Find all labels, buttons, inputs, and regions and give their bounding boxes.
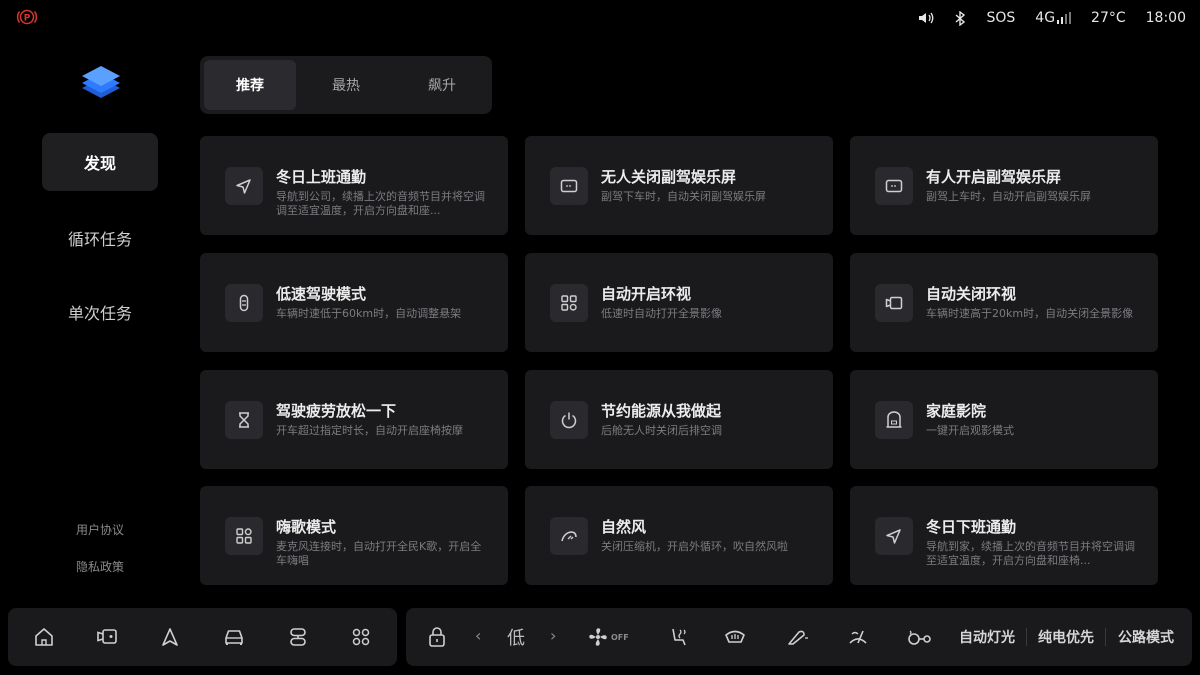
scene-card-auto-surround-view-on[interactable]: 自动开启环视 低速时自动打开全景影像 bbox=[525, 253, 833, 352]
network-status: 4G bbox=[1035, 10, 1072, 26]
card-desc: 车辆时速高于20km时，自动关闭全景影像 bbox=[926, 307, 1134, 320]
card-title: 冬日上班通勤 bbox=[276, 168, 367, 186]
lock-icon[interactable] bbox=[422, 622, 452, 652]
navigation-arrow-icon[interactable] bbox=[155, 622, 185, 652]
card-desc: 导航到公司，续播上次的音频节目并将空调调至适宜温度，开启方向盘和座... bbox=[276, 190, 485, 217]
scene-card-home-theater[interactable]: 家庭影院 一键开启观影模式 bbox=[850, 370, 1158, 469]
fan-icon bbox=[589, 628, 607, 646]
card-title: 自动开启环视 bbox=[601, 285, 692, 303]
scene-card-winter-commute-work[interactable]: 冬日上班通勤 导航到公司，续播上次的音频节目并将空调调至适宜温度，开启方向盘和座… bbox=[200, 136, 508, 235]
screen-icon bbox=[875, 167, 913, 205]
grid-icon bbox=[550, 284, 588, 322]
card-desc: 后舱无人时关闭后排空调 bbox=[601, 424, 722, 437]
fan-increase-button[interactable]: › bbox=[550, 626, 556, 645]
hourglass-icon bbox=[225, 401, 263, 439]
signal-icon bbox=[1057, 12, 1072, 24]
sidebar-item-label: 循环任务 bbox=[67, 230, 132, 249]
sidebar-item-single-tasks[interactable]: 单次任务 bbox=[42, 283, 158, 341]
sos-button[interactable]: SOS bbox=[986, 10, 1015, 26]
volume-icon[interactable] bbox=[918, 11, 934, 25]
card-title: 自动关闭环视 bbox=[926, 285, 1017, 303]
navigation-icon bbox=[225, 167, 263, 205]
scene-card-close-passenger-screen[interactable]: 无人关闭副驾娱乐屏 副驾下车时，自动关闭副驾娱乐屏 bbox=[525, 136, 833, 235]
svg-text:P: P bbox=[24, 14, 31, 24]
scene-card-save-energy[interactable]: 节约能源从我做起 后舱无人时关闭后排空调 bbox=[525, 370, 833, 469]
card-desc: 导航到家，续播上次的音频节目并将空调调至适宜温度，开启方向盘和座椅... bbox=[926, 540, 1135, 567]
privacy-policy-link[interactable]: 隐私政策 bbox=[42, 558, 158, 575]
auto-lights-button[interactable]: 自动灯光 bbox=[959, 627, 1015, 647]
fan-decrease-button[interactable]: ‹ bbox=[475, 626, 481, 645]
card-title: 冬日下班通勤 bbox=[926, 518, 1017, 536]
seat-heat-icon[interactable] bbox=[663, 622, 693, 652]
camera-view-icon[interactable] bbox=[92, 622, 122, 652]
temperature-readout: 27°C bbox=[1091, 10, 1126, 26]
scene-card-fatigue-relax[interactable]: 驾驶疲劳放松一下 开车超过指定时长，自动开启座椅按摩 bbox=[200, 370, 508, 469]
suspension-icon bbox=[225, 284, 263, 322]
dock-right: ‹ 低 › OFF 自动灯光 纯电优先 公路模式 bbox=[406, 608, 1192, 666]
network-type: 4G bbox=[1035, 10, 1056, 26]
front-defrost-icon[interactable] bbox=[720, 622, 750, 652]
status-bar: SOS 4G 27°C 18:00 bbox=[918, 8, 1186, 28]
road-mode-button[interactable]: 公路模式 bbox=[1118, 627, 1174, 647]
card-desc: 一键开启观影模式 bbox=[926, 424, 1014, 437]
scene-card-winter-commute-home[interactable]: 冬日下班通勤 导航到家，续播上次的音频节目并将空调调至适宜温度，开启方向盘和座椅… bbox=[850, 486, 1158, 585]
navigation-icon bbox=[875, 517, 913, 555]
card-desc: 低速时自动打开全景影像 bbox=[601, 307, 722, 320]
sidebar-item-label: 发现 bbox=[83, 154, 116, 173]
dock-left bbox=[8, 608, 397, 666]
card-title: 自然风 bbox=[601, 518, 647, 536]
card-title: 驾驶疲劳放松一下 bbox=[276, 402, 397, 420]
screen-icon bbox=[550, 167, 588, 205]
fan-level: 低 bbox=[507, 628, 525, 649]
scene-card-open-passenger-screen[interactable]: 有人开启副驾娱乐屏 副驾上车时，自动开启副驾娱乐屏 bbox=[850, 136, 1158, 235]
link-icon[interactable] bbox=[283, 622, 313, 652]
card-title: 嗨歌模式 bbox=[276, 518, 337, 536]
card-desc: 开车超过指定时长，自动开启座椅按摩 bbox=[276, 424, 463, 437]
dock-divider bbox=[1105, 628, 1106, 646]
card-desc: 副驾上车时，自动开启副驾娱乐屏 bbox=[926, 190, 1091, 203]
theater-icon bbox=[875, 401, 913, 439]
camera-icon bbox=[875, 284, 913, 322]
tab-recommended[interactable]: 推荐 bbox=[204, 60, 296, 110]
wiper-icon[interactable] bbox=[843, 622, 873, 652]
card-title: 有人开启副驾娱乐屏 bbox=[926, 168, 1062, 186]
card-title: 低速驾驶模式 bbox=[276, 285, 367, 303]
sidebar-item-discover[interactable]: 发现 bbox=[42, 133, 158, 191]
fan-state: OFF bbox=[611, 632, 629, 642]
card-desc: 副驾下车时，自动关闭副驾娱乐屏 bbox=[601, 190, 766, 203]
dock-divider bbox=[1026, 628, 1027, 646]
card-desc: 关闭压缩机，开启外循环，吹自然风啦 bbox=[601, 540, 788, 553]
scene-card-low-speed-mode[interactable]: 低速驾驶模式 车辆时速低于60km时，自动调整悬架 bbox=[200, 253, 508, 352]
card-desc: 麦克风连接时，自动打开全民K歌，开启全车嗨唱 bbox=[276, 540, 482, 567]
grid-icon bbox=[225, 517, 263, 555]
car-icon[interactable] bbox=[219, 622, 249, 652]
card-title: 无人关闭副驾娱乐屏 bbox=[601, 168, 737, 186]
apps-grid-icon[interactable] bbox=[346, 622, 376, 652]
card-desc: 车辆时速低于60km时，自动调整悬架 bbox=[276, 307, 462, 320]
fan-toggle-button[interactable]: OFF bbox=[586, 622, 636, 652]
power-icon bbox=[550, 401, 588, 439]
card-title: 家庭影院 bbox=[926, 402, 987, 420]
tab-hottest[interactable]: 最热 bbox=[300, 60, 392, 110]
card-title: 节约能源从我做起 bbox=[601, 402, 722, 420]
parking-brake-icon: P bbox=[16, 8, 38, 26]
wind-icon bbox=[550, 517, 588, 555]
app-logo-icon bbox=[80, 64, 122, 104]
tab-rising[interactable]: 飙升 bbox=[396, 60, 488, 110]
scene-card-karaoke-mode[interactable]: 嗨歌模式 麦克风连接时，自动打开全民K歌，开启全车嗨唱 bbox=[200, 486, 508, 585]
home-icon[interactable] bbox=[29, 622, 59, 652]
scene-card-natural-wind[interactable]: 自然风 关闭压缩机，开启外循环，吹自然风啦 bbox=[525, 486, 833, 585]
bluetooth-icon[interactable] bbox=[954, 10, 966, 26]
ev-priority-button[interactable]: 纯电优先 bbox=[1038, 627, 1094, 647]
user-agreement-link[interactable]: 用户协议 bbox=[42, 521, 158, 538]
sidebar-item-label: 单次任务 bbox=[67, 304, 132, 323]
scene-card-auto-surround-view-off[interactable]: 自动关闭环视 车辆时速高于20km时，自动关闭全景影像 bbox=[850, 253, 1158, 352]
tab-bar: 推荐 最热 飙升 bbox=[200, 56, 492, 114]
steering-heat-icon[interactable] bbox=[904, 622, 936, 652]
sidebar-item-recurring-tasks[interactable]: 循环任务 bbox=[42, 209, 158, 267]
clock: 18:00 bbox=[1145, 10, 1186, 26]
mirror-heat-icon[interactable] bbox=[782, 622, 812, 652]
